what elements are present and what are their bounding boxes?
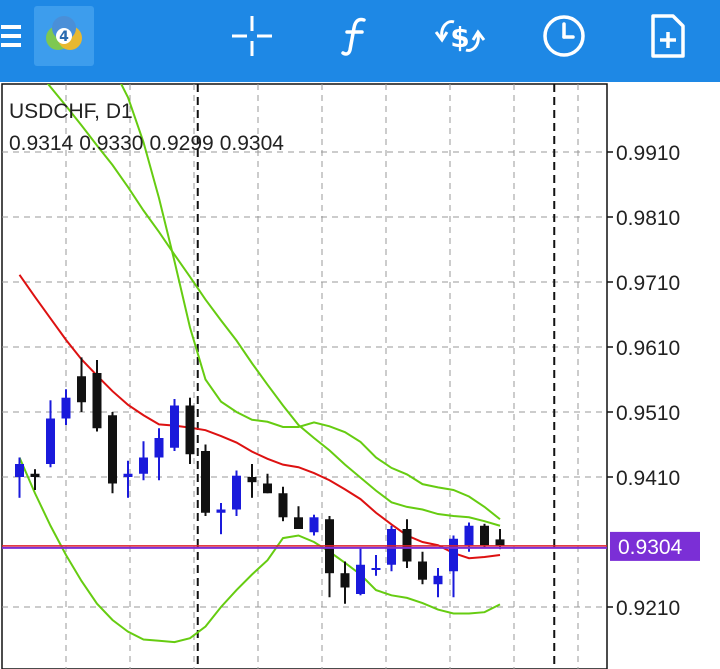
indicators-button[interactable] <box>334 0 378 72</box>
new-order-button[interactable] <box>646 0 690 72</box>
function-icon <box>341 17 366 56</box>
hamburger-menu-icon <box>1 25 21 47</box>
clock-icon <box>543 15 585 57</box>
ohlc-high: 0.9330 <box>79 132 144 155</box>
ohlc-close: 0.9304 <box>219 132 284 155</box>
candle-body <box>46 418 55 464</box>
ohlc-low: 0.9299 <box>149 132 214 155</box>
candle-body <box>464 525 474 546</box>
candle-body <box>480 525 489 546</box>
price-chart[interactable]: 0.9910 0.9810 0.9710 0.9610 0.9510 0.9410 0.92… <box>0 82 720 669</box>
candle-body <box>356 564 365 594</box>
price-tick-label: 0.9210 <box>616 597 680 620</box>
price-tick-label: 0.9510 <box>616 402 680 425</box>
candle-body <box>247 477 257 483</box>
app-logo[interactable]: 4 <box>31 0 97 72</box>
candle-body <box>294 517 303 529</box>
ohlc-open: 0.9314 <box>9 132 74 155</box>
logo-text: 4 <box>59 29 69 45</box>
candle-body <box>371 568 381 570</box>
candle-body <box>433 575 443 585</box>
candle-body <box>108 415 117 484</box>
candle-body <box>15 464 24 477</box>
symbol-timeframe-label: USDCHF, D1 <box>9 100 133 123</box>
price-tick-label: 0.9910 <box>616 142 680 165</box>
candle-body <box>201 451 210 513</box>
price-tick-label: 0.9810 <box>616 207 680 230</box>
document-plus-icon <box>651 14 685 58</box>
crosshair-button[interactable] <box>228 0 276 72</box>
candle-body <box>170 405 179 448</box>
menu-button[interactable] <box>0 0 24 72</box>
metatrader-logo-icon: 4 <box>34 6 94 66</box>
candle-body <box>340 573 350 588</box>
candle-body <box>495 539 505 546</box>
current-price-label: 0.9304 <box>618 536 683 559</box>
price-tick-label: 0.9410 <box>616 467 680 490</box>
candle-body <box>387 529 396 565</box>
candle-body <box>278 493 288 518</box>
candle-body <box>185 405 195 455</box>
chart-canvas[interactable]: 0.9910 0.9810 0.9710 0.9610 0.9510 0.9410 0.92… <box>0 82 720 669</box>
candle-body <box>216 509 226 513</box>
crosshair-icon <box>232 16 272 56</box>
timeframe-button[interactable] <box>540 0 588 72</box>
trade-button[interactable]: $ <box>432 0 488 72</box>
candle-body <box>449 538 458 572</box>
candle-body <box>77 376 86 403</box>
candle-body <box>61 397 71 419</box>
candle-body <box>418 561 427 580</box>
candle-body <box>154 438 164 458</box>
candle-body <box>263 483 272 494</box>
candle-body <box>92 373 102 429</box>
candle-body <box>232 475 241 510</box>
price-tick-label: 0.9610 <box>616 337 680 360</box>
candle-body <box>30 473 40 477</box>
ohlc-values: 0.9314 0.9330 0.9299 0.9304 <box>9 132 290 156</box>
candle-body <box>309 517 319 533</box>
top-toolbar: 4 $ <box>0 0 720 82</box>
candle-body <box>123 473 133 477</box>
dollar-exchange-icon: $ <box>434 20 486 54</box>
price-tick-label: 0.9710 <box>616 272 680 295</box>
candle-body <box>139 457 148 474</box>
